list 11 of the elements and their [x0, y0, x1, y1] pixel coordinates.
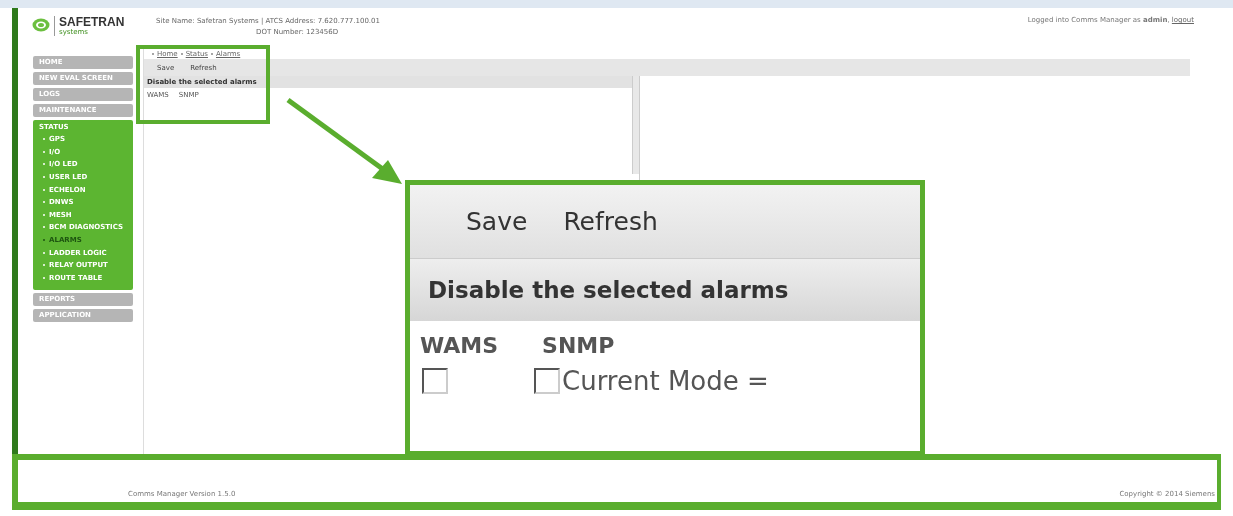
- toolbar-button[interactable]: Save: [466, 207, 528, 236]
- scrollbar[interactable]: [632, 76, 639, 174]
- mode-label: Current Mode =: [562, 366, 769, 396]
- toolbar-button[interactable]: Refresh: [563, 207, 658, 236]
- checkbox[interactable]: [534, 368, 560, 394]
- logo-icon: [32, 18, 50, 32]
- logo-text: SAFETRAN: [59, 16, 125, 28]
- checkbox[interactable]: [422, 368, 448, 394]
- section-title: Disable the selected alarms: [410, 259, 920, 321]
- column-label: SNMP: [542, 333, 615, 358]
- column-label: WAMS: [420, 333, 499, 358]
